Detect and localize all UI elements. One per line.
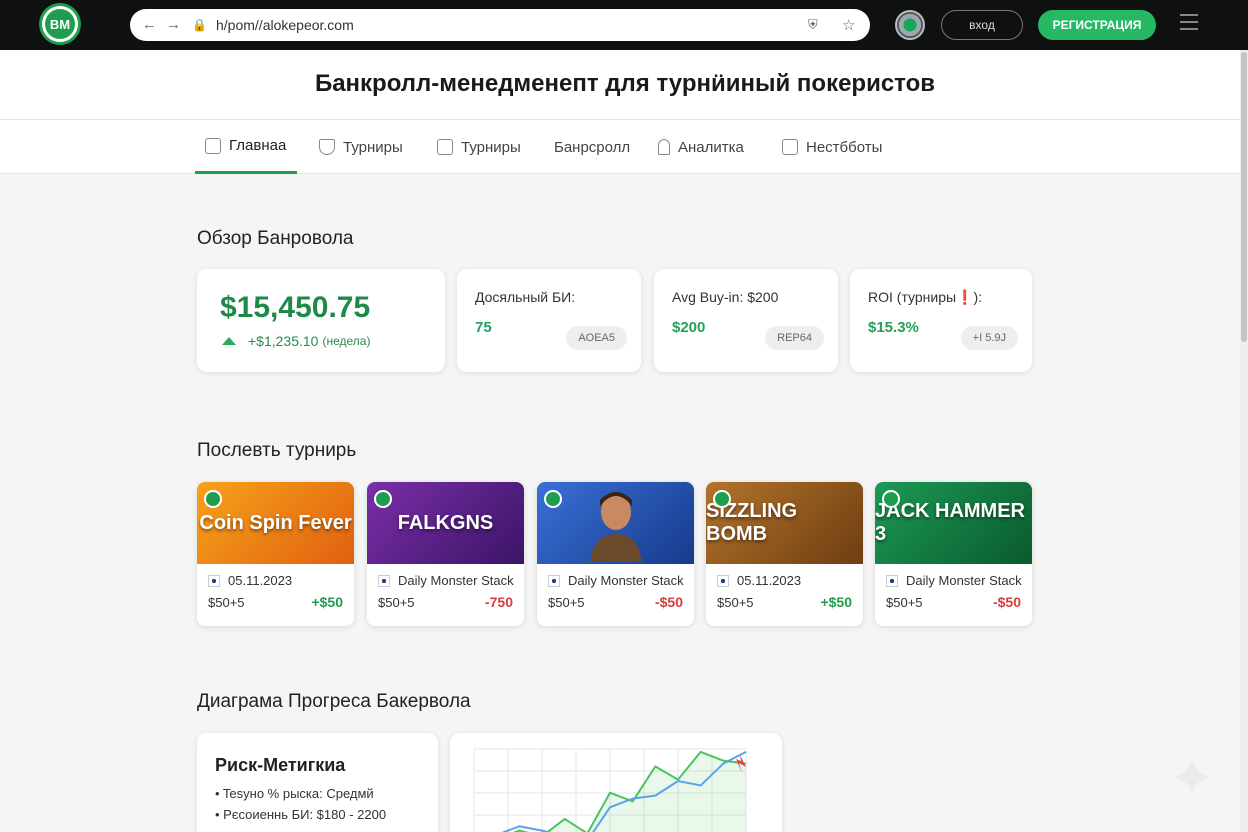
delta-value: +$1,235.10	[248, 333, 319, 349]
trophy-icon	[319, 139, 335, 155]
tournament-result: +$50	[820, 594, 852, 610]
tournament-result: +$50	[311, 594, 343, 610]
flag-icon	[378, 574, 390, 587]
tab-tournaments-calendar[interactable]: Турниры	[437, 120, 521, 174]
tournament-result: -$50	[992, 594, 1021, 610]
bankroll-chart-card	[450, 733, 782, 832]
recent-tournaments-heading: Послевть турнирь	[197, 440, 357, 461]
flag-icon	[717, 574, 729, 587]
bell-icon	[658, 139, 670, 155]
address-bar[interactable]: ← → 🔒 h/pom//alokepeor.com ⛨ ☆	[130, 9, 870, 41]
tournament-buyin: $50+5	[548, 595, 585, 610]
tournament-result: -$50	[654, 594, 683, 610]
balance-delta: +$1,235.10 (недела)	[222, 333, 370, 349]
stat-value: $15.3%	[868, 319, 919, 336]
sparkle-icon	[1172, 757, 1212, 797]
tab-bankroll[interactable]: Банрсролл	[554, 120, 630, 174]
stat-label: Досяльный БИ:	[475, 289, 576, 305]
tournament-buyin: $50+5	[208, 595, 245, 610]
tournament-title: 05.11.2023	[717, 573, 801, 588]
stat-value: 75	[475, 319, 492, 336]
tab-label: Нестбботы	[806, 138, 883, 156]
stat-pill[interactable]: AOEA5	[566, 326, 627, 350]
balance-card: $15,450.75 +$1,235.10 (недела)	[197, 269, 445, 372]
back-arrow-icon[interactable]: ←	[142, 16, 157, 33]
title-strip: Банкролл-менедменепт для турнӥиный покер…	[0, 50, 1240, 120]
overview-heading: Обзор Банровола	[197, 228, 354, 249]
tournament-card[interactable]: FALKGNS Daily Monster Stack $50+5 -750	[367, 482, 524, 626]
tournament-card[interactable]: JACK HAMMER 3 Daily Monster Stack $50+5 …	[875, 482, 1032, 626]
tournament-result: -750	[484, 594, 513, 610]
shield-icon[interactable]: ⛨	[808, 17, 818, 33]
chip-badge-icon	[374, 490, 392, 508]
risk-title: Риск-Метигкиа	[215, 755, 346, 775]
page-scrollbar[interactable]	[1240, 50, 1248, 832]
tournament-buyin: $50+5	[717, 595, 754, 610]
balance-amount: $15,450.75	[220, 291, 371, 324]
delta-period: (недела)	[322, 334, 371, 348]
stat-label: ROI (турниры❗):	[868, 289, 983, 305]
progress-heading: Диаграма Прогреса Бакервола	[197, 691, 471, 712]
tab-tournaments[interactable]: Турниры	[319, 120, 403, 174]
top-navigation-bar: BM ← → 🔒 h/pom//alokepeor.com ⛨ ☆ вход Р…	[0, 0, 1248, 50]
player-portrait-icon	[589, 492, 642, 562]
tab-analytics[interactable]: Аналитка	[658, 120, 744, 174]
risk-metrics-card: Риск-Метигкиа • Tesyнo % рыска: Средмй •…	[197, 733, 438, 832]
tournament-card[interactable]: SIZZLING BOMB 05.11.2023 $50+5 +$50	[706, 482, 863, 626]
risk-line: • Tesyнo % рыска: Средмй	[215, 786, 374, 801]
tournament-title: Daily Monster Stack	[378, 573, 514, 588]
chip-badge-icon	[544, 490, 562, 508]
flag-icon	[548, 574, 560, 587]
tab-label: Турниры	[461, 138, 521, 156]
home-icon	[205, 137, 221, 154]
register-button[interactable]: РЕГИСТРАЦИЯ	[1038, 10, 1156, 40]
tournament-buyin: $50+5	[378, 595, 415, 610]
chip-badge-icon	[713, 490, 731, 508]
tournament-title: Daily Monster Stack	[548, 573, 684, 588]
list-icon	[782, 139, 798, 155]
tab-label: Главнаа	[229, 137, 287, 154]
tab-settings[interactable]: Нестбботы	[782, 120, 882, 174]
tournament-card[interactable]: Daily Monster Stack $50+5 -$50	[537, 482, 694, 626]
flag-icon	[886, 574, 898, 587]
risk-line: • Рєсоиеннь БИ: $180 - 2200	[215, 807, 387, 822]
hamburger-menu-icon[interactable]	[1180, 14, 1198, 34]
tournament-title: Daily Monster Stack	[886, 573, 1022, 588]
tab-label: Банрсролл	[554, 138, 631, 156]
tournament-title: 05.11.2023	[208, 573, 292, 588]
forward-arrow-icon[interactable]: →	[166, 16, 181, 33]
url-text[interactable]: h/pom//alokepeor.com	[216, 17, 354, 33]
page-title: Банкролл-менедменепт для турнӥиный покер…	[314, 70, 936, 97]
tab-home[interactable]: Главнаа	[195, 120, 297, 174]
main-tabs: Главнаа Турниры Турниры Банрсролл Аналит…	[0, 120, 1240, 174]
tab-label: Аналитка	[678, 138, 744, 156]
stat-pill[interactable]: REP64	[765, 326, 824, 350]
stat-value: $200	[672, 319, 706, 336]
tournament-buyin: $50+5	[886, 595, 923, 610]
lock-icon: 🔒	[192, 18, 207, 32]
chip-badge-icon	[882, 490, 900, 508]
star-icon[interactable]: ☆	[842, 16, 855, 34]
tournament-card[interactable]: Coin Spin Fever 05.11.2023 $50+5 +$50	[197, 482, 354, 626]
user-avatar[interactable]	[895, 10, 925, 40]
stat-card-avg-buyin: Avg Buy-in: $200 $200 REP64	[654, 269, 838, 372]
stat-label: Avg Buy-in: $200	[672, 289, 779, 305]
tab-label: Турниры	[343, 138, 403, 156]
stat-pill[interactable]: +I 5.9J	[960, 326, 1018, 350]
flag-icon	[208, 574, 220, 587]
bankroll-line-chart	[473, 748, 747, 832]
stat-card-roi: ROI (турниры❗): $15.3% +I 5.9J	[850, 269, 1032, 372]
calendar-icon	[437, 139, 453, 155]
up-arrow-icon	[222, 337, 236, 345]
stat-card-buyins: Досяльный БИ: 75 AOEA5	[457, 269, 641, 372]
login-button[interactable]: вход	[941, 10, 1023, 40]
chip-badge-icon	[204, 490, 222, 508]
site-logo[interactable]: BM	[42, 6, 78, 42]
